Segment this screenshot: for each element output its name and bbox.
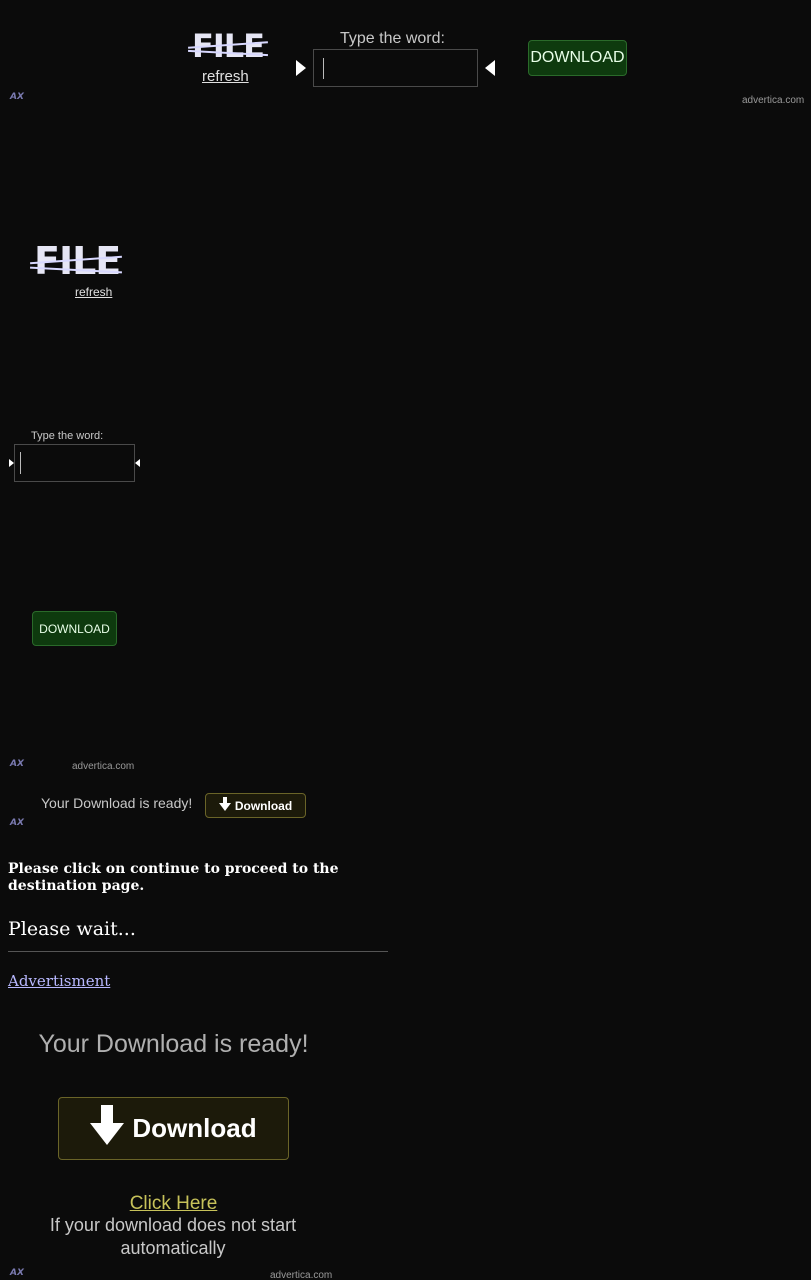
arrow-left-icon xyxy=(485,60,495,76)
small-banner-text: Your Download is ready! xyxy=(41,795,193,811)
proceed-notice: Please click on continue to proceed to t… xyxy=(8,861,339,894)
ad-domain[interactable]: advertica.com xyxy=(742,95,804,106)
ad-logo-icon: AX xyxy=(10,92,24,102)
captcha-top: FILE refresh Type the word: DOWNLOAD AX … xyxy=(0,0,811,106)
captcha-input[interactable] xyxy=(14,444,135,482)
ad-domain[interactable]: advertica.com xyxy=(270,1270,332,1280)
refresh-link[interactable]: refresh xyxy=(75,285,112,299)
small-download-button[interactable]: Download xyxy=(205,793,306,818)
captcha-image-mid: FILE xyxy=(30,242,122,280)
text-caret xyxy=(20,452,21,474)
refresh-link[interactable]: refresh xyxy=(202,68,249,85)
text-caret xyxy=(323,58,324,79)
big-download-button[interactable]: Download xyxy=(58,1097,289,1160)
ad-logo-icon: AX xyxy=(10,1268,24,1278)
download-arrow-icon xyxy=(218,797,231,814)
arrow-right-icon xyxy=(296,60,306,76)
download-button[interactable]: DOWNLOAD xyxy=(32,611,117,646)
ad-domain[interactable]: advertica.com xyxy=(72,761,134,772)
please-wait-text: Please wait... xyxy=(8,918,136,940)
big-banner-title: Your Download is ready! xyxy=(38,1030,309,1058)
captcha-prompt: Type the word: xyxy=(31,430,104,442)
click-here-link[interactable]: Click Here xyxy=(0,1193,347,1215)
ad-logo-icon: AX xyxy=(10,759,24,769)
download-button[interactable]: DOWNLOAD xyxy=(528,40,627,76)
download-arrow-icon xyxy=(90,1105,125,1152)
ad-logo-icon: AX xyxy=(10,818,24,828)
divider xyxy=(8,951,388,952)
captcha-prompt: Type the word: xyxy=(340,30,445,47)
captcha-input[interactable] xyxy=(313,49,478,87)
download-subtext: If your download does not start automati… xyxy=(49,1215,297,1258)
advertisment-link[interactable]: Advertisment xyxy=(8,972,110,990)
arrow-left-icon xyxy=(135,459,140,467)
captcha-image: FILE xyxy=(188,30,268,62)
